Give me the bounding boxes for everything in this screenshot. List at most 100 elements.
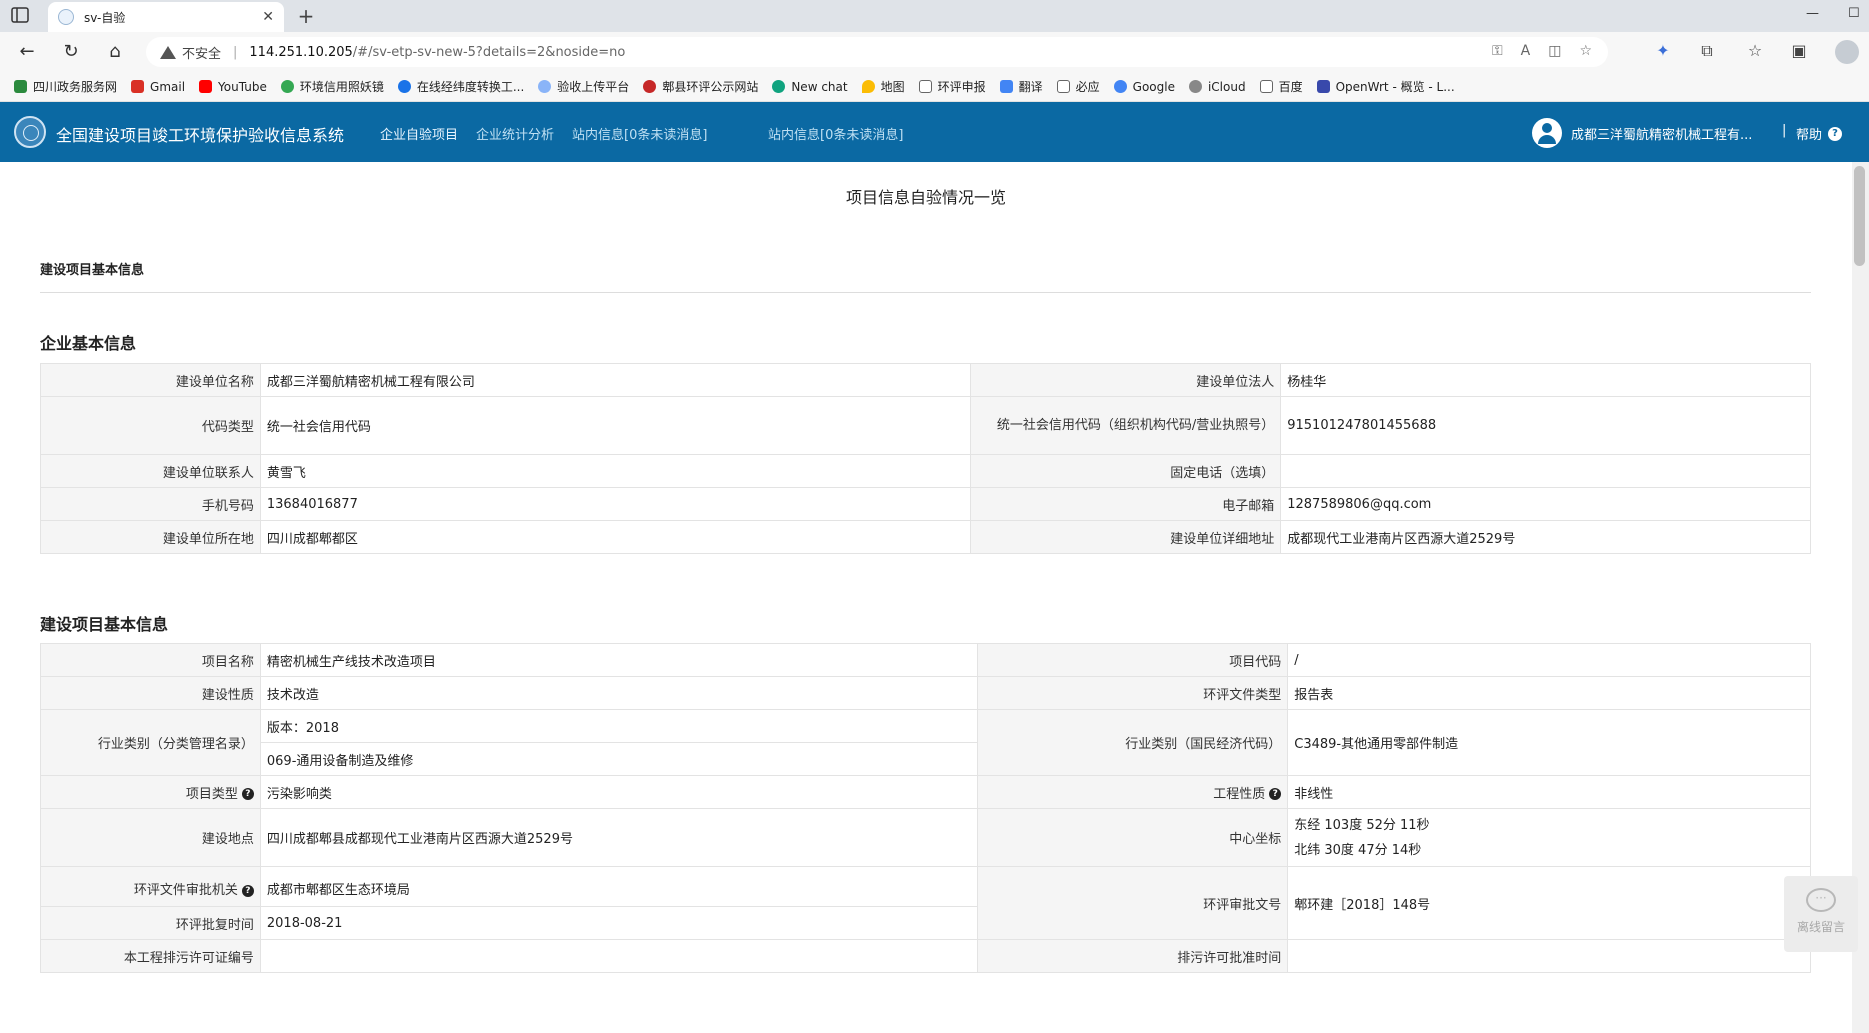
table-row: 项目名称 精密机械生产线技术改造项目 项目代码 / (40, 643, 1811, 677)
user-avatar-icon[interactable] (1532, 118, 1562, 148)
bookmark-item[interactable]: 环评申报 (918, 78, 986, 95)
field-value: 2018-08-21 (259, 906, 979, 940)
profile-avatar[interactable] (1835, 40, 1859, 64)
field-value (259, 939, 979, 973)
collections-icon[interactable]: ▣ (1788, 41, 1810, 60)
field-label: 工程性质 (1213, 786, 1266, 802)
project-heading: 建设项目基本信息 (40, 615, 169, 634)
field-value: 四川成都郫县成都现代工业港南片区西源大道2529号 (259, 808, 979, 867)
field-label: 统一社会信用代码（组织机构代码/营业执照号） (970, 396, 1282, 455)
system-title: 全国建设项目竣工环境保护验收信息系统 (56, 126, 345, 145)
question-icon[interactable]: ? (1269, 788, 1282, 800)
read-aloud-icon[interactable]: A (1521, 43, 1531, 59)
field-label: 项目类型 (185, 786, 238, 802)
insecure-label: 不安全 (182, 46, 222, 62)
nav-self-check-projects[interactable]: 企业自验项目 (380, 124, 458, 143)
help-link[interactable]: 帮助 ? (1796, 124, 1843, 143)
field-label: 手机号码 (40, 487, 261, 521)
copilot-icon[interactable]: ✦ (1652, 41, 1674, 60)
nav-messages[interactable]: 站内信息[0条未读消息] (572, 124, 707, 143)
bookmark-item[interactable]: Google (1113, 80, 1175, 94)
emblem-logo-icon (14, 116, 46, 148)
field-value: 069-通用设备制造及维修 (259, 742, 979, 776)
bookmark-item[interactable]: 环境信用照妖镜 (280, 78, 384, 95)
offline-message-widget[interactable]: 离线留言 (1784, 876, 1858, 952)
bookmark-item[interactable]: Gmail (131, 80, 185, 94)
field-value: 四川成都郫都区 (259, 520, 972, 554)
openwrt-icon (1316, 80, 1330, 93)
bookmark-icon (14, 80, 27, 93)
bookmark-item[interactable]: 百度 (1259, 78, 1303, 95)
browser-tab[interactable]: sv-自验 ✕ (48, 2, 284, 32)
extensions-icon[interactable]: ⧉ (1696, 41, 1718, 61)
favorite-add-icon[interactable]: ☆ (1579, 43, 1592, 59)
sidebar-toggle-icon[interactable] (10, 6, 34, 26)
youtube-icon (199, 80, 213, 93)
scrollbar-thumb[interactable] (1854, 166, 1865, 266)
bookmark-icon (397, 80, 411, 93)
bookmark-item[interactable]: 在线经纬度转换工... (397, 78, 524, 95)
new-tab-button[interactable]: + (294, 4, 318, 28)
user-name[interactable]: 成都三洋蜀航精密机械工程有... (1571, 124, 1752, 143)
bookmarks-bar: 四川政务服务网 Gmail YouTube 环境信用照妖镜 在线经纬度转换工..… (0, 72, 1869, 102)
table-row: 建设地点 四川成都郫县成都现代工业港南片区西源大道2529号 中心坐标 东经 1… (40, 808, 1811, 867)
key-icon[interactable]: ⚿ (1492, 43, 1503, 59)
tab-close-icon[interactable]: ✕ (262, 9, 274, 25)
page-icon (1259, 80, 1273, 93)
bookmark-item[interactable]: 翻译 (999, 78, 1043, 95)
main-content[interactable]: 项目信息自验情况一览 建设项目基本信息 企业基本信息 建设单位名称 成都三洋蜀航… (0, 162, 1869, 1033)
field-value: 报告表 (1287, 676, 1811, 710)
field-label-with-help: 环评文件审批机关? (40, 866, 261, 907)
field-value: 非线性 (1287, 775, 1811, 809)
divider (40, 292, 1811, 293)
split-view-icon[interactable]: ◫ (1548, 43, 1561, 59)
bookmark-item[interactable]: 必应 (1056, 78, 1100, 95)
reload-icon[interactable]: ↻ (58, 40, 84, 64)
coordinate-north: 北纬 30度 47分 14秒 (1294, 842, 1422, 858)
page-title: 项目信息自验情况一览 (845, 188, 1006, 207)
favorites-icon[interactable]: ☆ (1744, 41, 1766, 60)
question-icon[interactable]: ? (241, 788, 254, 800)
maximize-icon[interactable]: ☐ (1848, 6, 1860, 21)
bookmark-item[interactable]: 验收上传平台 (538, 78, 629, 95)
url-field[interactable]: 不安全 | 114.251.10.205 /#/sv-etp-sv-new-5?… (146, 37, 1608, 67)
bookmark-icon (280, 80, 294, 93)
table-row: 建设单位名称 成都三洋蜀航精密机械工程有限公司 建设单位法人 杨桂华 (40, 363, 1811, 397)
coordinate-east: 东经 103度 52分 11秒 (1294, 817, 1430, 833)
page-icon (918, 80, 932, 93)
field-label: 本工程排污许可证编号 (40, 939, 261, 973)
home-icon[interactable]: ⌂ (102, 40, 128, 64)
help-label: 帮助 (1796, 128, 1823, 143)
bookmark-item[interactable]: YouTube (199, 80, 267, 94)
table-row: 手机号码 13684016877 电子邮箱 1287589806@qq.com (40, 487, 1811, 521)
field-label: 建设单位名称 (40, 363, 261, 397)
apple-icon (1188, 80, 1202, 93)
field-label: 建设单位联系人 (40, 454, 261, 488)
gmail-icon (131, 80, 145, 93)
nav-messages-secondary[interactable]: 站内信息[0条未读消息] (768, 124, 903, 143)
nav-statistics[interactable]: 企业统计分析 (476, 124, 554, 143)
field-label: 排污许可批准时间 (977, 939, 1289, 973)
question-icon[interactable]: ? (241, 884, 254, 897)
back-arrow-icon[interactable]: ← (14, 40, 40, 64)
field-value: 污染影响类 (259, 775, 979, 809)
address-bar-row: ← ↻ ⌂ 不安全 | 114.251.10.205 /#/sv-etp-sv-… (0, 32, 1869, 72)
openai-icon (772, 80, 786, 93)
offline-message-label: 离线留言 (1796, 920, 1845, 934)
url-host: 114.251.10.205 (249, 44, 353, 60)
field-value: 统一社会信用代码 (259, 396, 972, 455)
field-label: 建设单位法人 (970, 363, 1282, 397)
field-label: 行业类别（分类管理名录） (40, 709, 261, 776)
table-row: 建设单位联系人 黄雪飞 固定电话（选填） (40, 454, 1811, 488)
bookmark-item[interactable]: 郫县环评公示网站 (643, 78, 758, 95)
table-row: 环评文件审批机关? 成都市郫都区生态环境局 环评审批文号 郫环建［2018］14… (40, 866, 1811, 940)
bookmark-item[interactable]: New chat (772, 80, 848, 94)
bookmark-item[interactable]: 地图 (861, 78, 905, 95)
url-action-icons: ⚿ A ◫ ☆ (1492, 43, 1592, 59)
minimize-icon[interactable]: — (1806, 6, 1819, 21)
bookmark-item[interactable]: OpenWrt - 概览 - L... (1316, 78, 1455, 95)
bookmark-item[interactable]: iCloud (1188, 80, 1246, 94)
bookmark-item[interactable]: 四川政务服务网 (14, 78, 117, 95)
field-value: 技术改造 (259, 676, 979, 710)
enterprise-heading: 企业基本信息 (40, 334, 137, 353)
